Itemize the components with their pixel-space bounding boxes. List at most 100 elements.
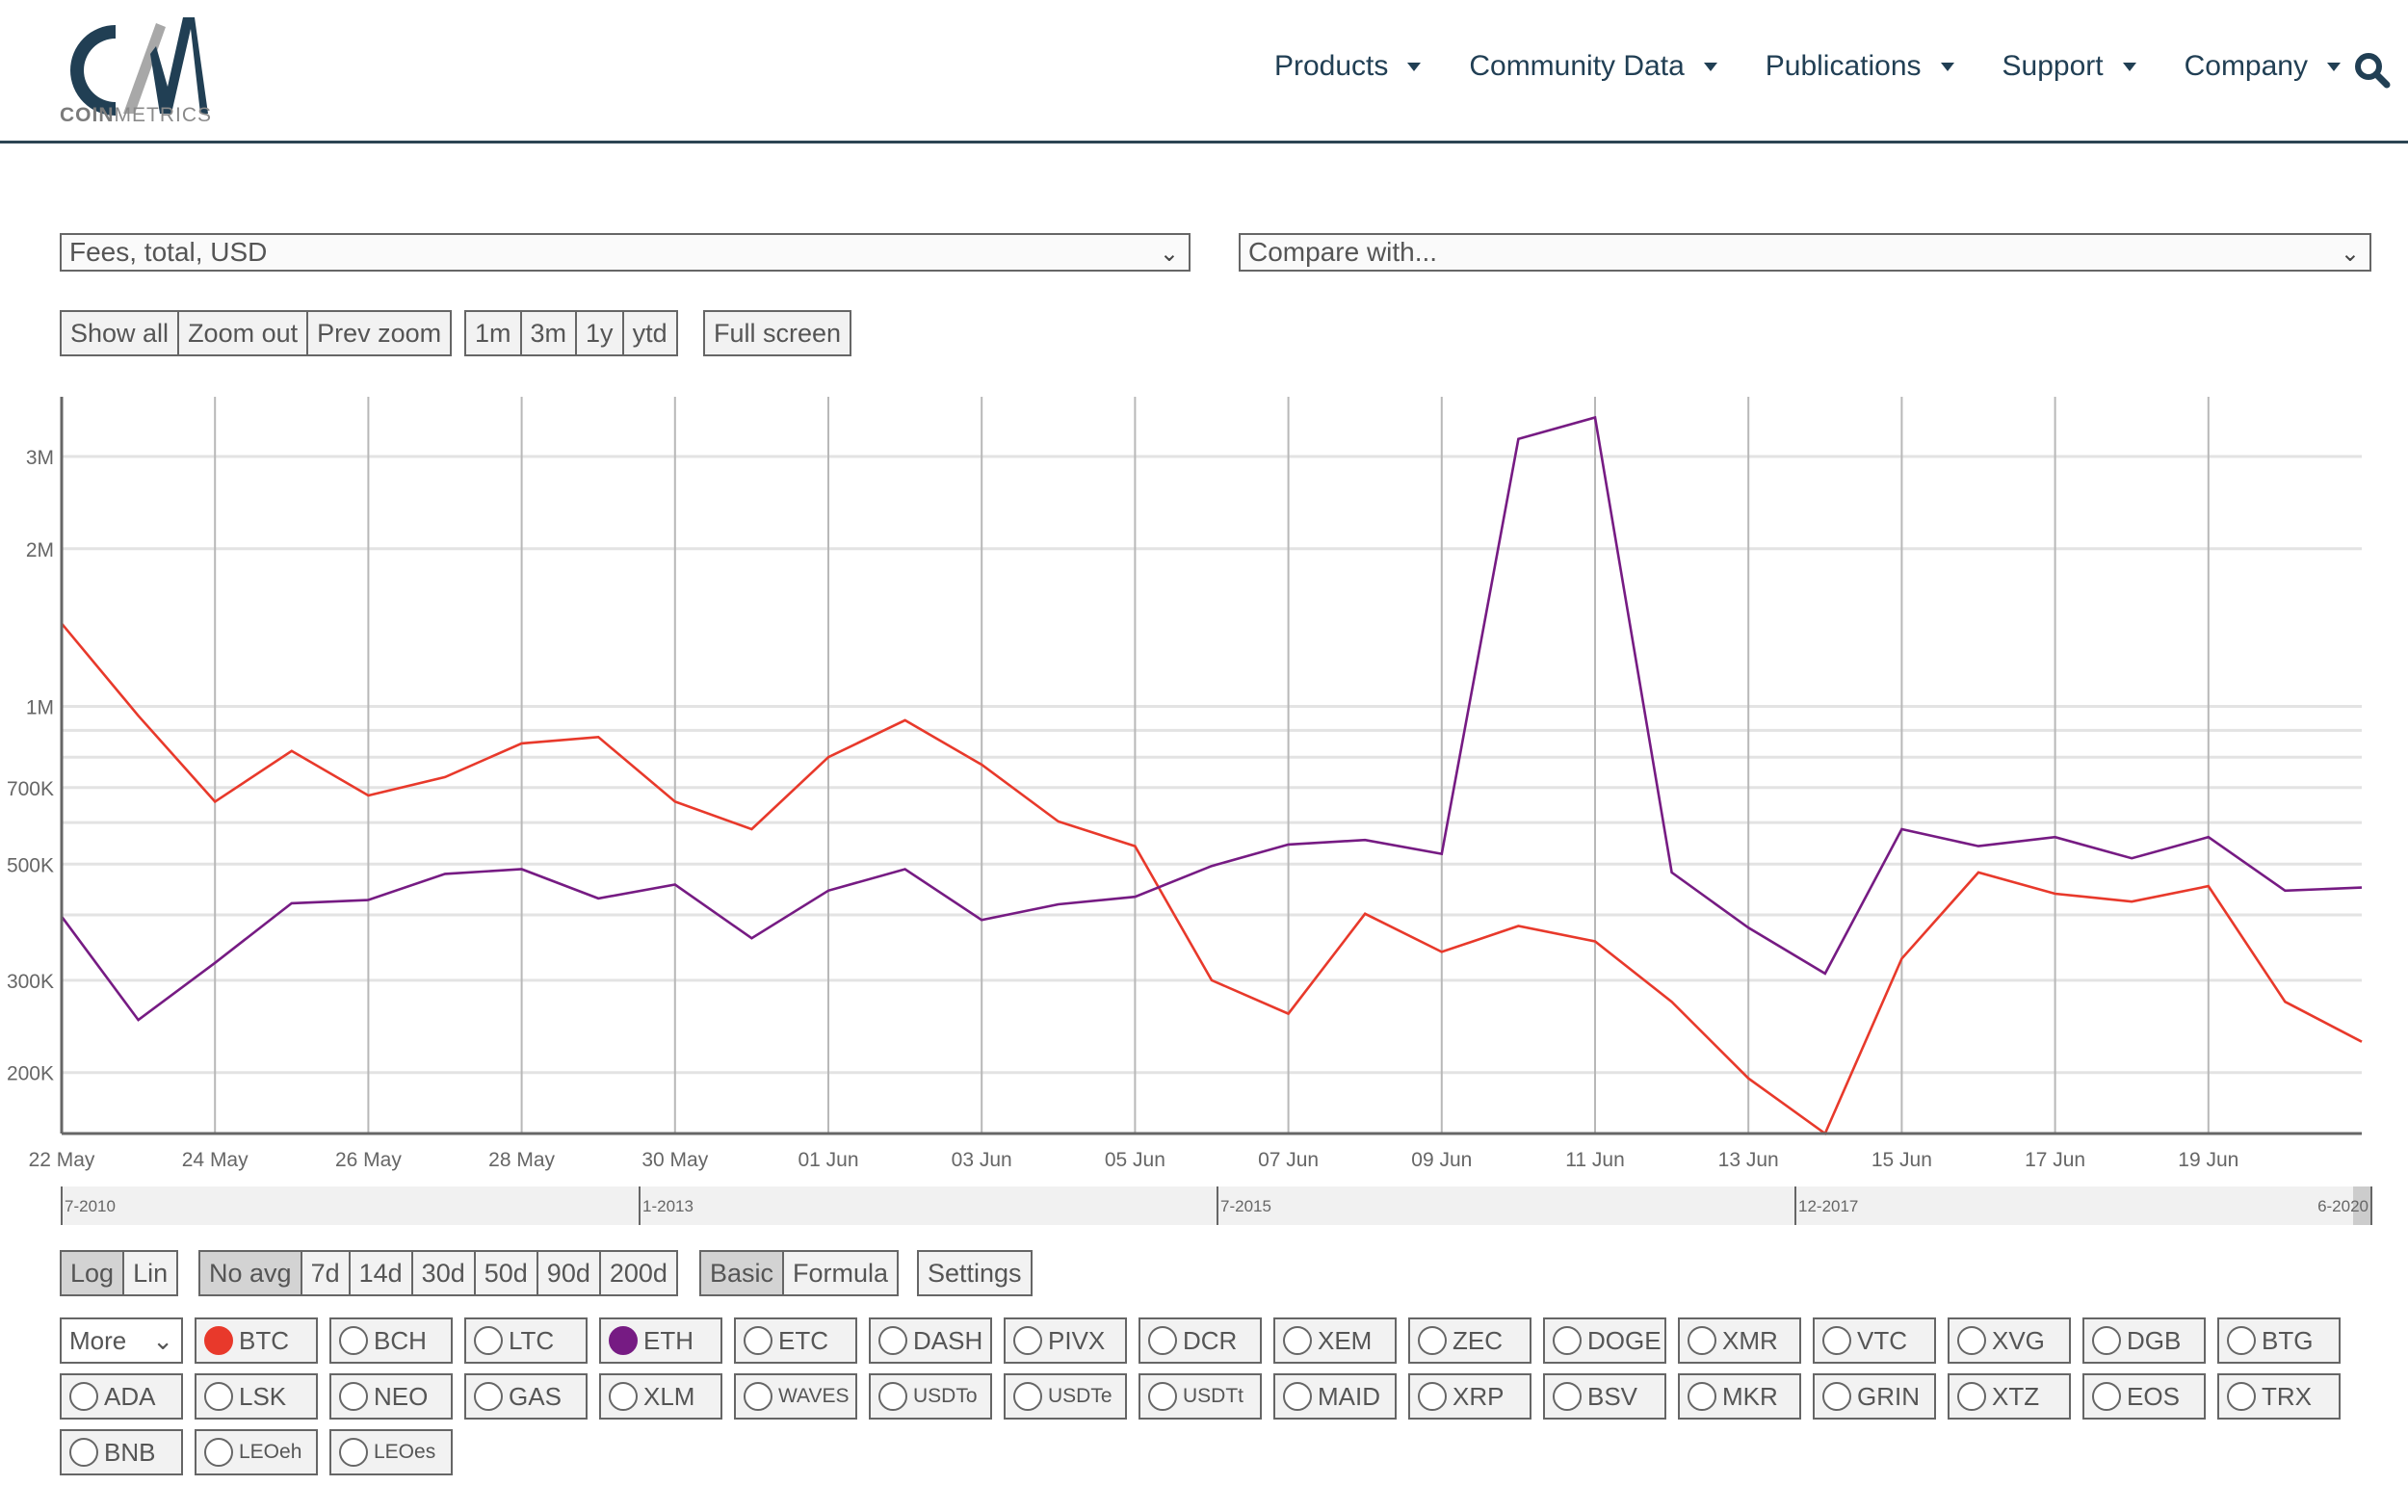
asset-toggle-grin[interactable]: GRIN (1813, 1373, 1936, 1420)
full-screen-button[interactable]: Full screen (705, 312, 851, 354)
radio-unchecked-icon (1148, 1382, 1177, 1411)
asset-toggle-btg[interactable]: BTG (2217, 1317, 2341, 1364)
more-label: More (69, 1325, 127, 1355)
chart-grid (62, 397, 2362, 1134)
more-assets-select[interactable]: More ⌄ (60, 1317, 183, 1364)
fees-chart: 200K 300K 500K 700K 1M 2M 3M 22 May 24 May 26 Ma… (7, 397, 2363, 1171)
navigator-tick: 12-2017 (1794, 1186, 1858, 1225)
asset-toggle-trx[interactable]: TRX (2217, 1373, 2341, 1420)
asset-toggle-eos[interactable]: EOS (2082, 1373, 2206, 1420)
asset-toggle-xem[interactable]: XEM (1273, 1317, 1397, 1364)
settings-group: Settings (917, 1250, 1033, 1296)
avg-7d-button[interactable]: 7d (300, 1252, 349, 1294)
avg-200d-button[interactable]: 200d (598, 1252, 676, 1294)
asset-toggle-lsk[interactable]: LSK (195, 1373, 318, 1420)
range-1m-button[interactable]: 1m (466, 312, 520, 354)
asset-toggle-xvg[interactable]: XVG (1948, 1317, 2071, 1364)
radio-unchecked-icon (1688, 1326, 1716, 1355)
x-tick-label: 30 May (641, 1149, 708, 1171)
radio-checked-icon (609, 1326, 638, 1355)
time-navigator[interactable]: 7-2010 1-2013 7-2015 12-2017 6-2020 (61, 1186, 2372, 1225)
nav-community-data[interactable]: Community Data (1469, 50, 1717, 83)
x-tick-label: 11 Jun (1565, 1149, 1625, 1171)
avg-90d-button[interactable]: 90d (536, 1252, 599, 1294)
nav-company[interactable]: Company (2185, 50, 2341, 83)
asset-label: LEOeh (239, 1441, 302, 1463)
avg-30d-button[interactable]: 30d (410, 1252, 474, 1294)
asset-toggle-ltc[interactable]: LTC (464, 1317, 588, 1364)
formula-mode-button[interactable]: Formula (782, 1252, 898, 1294)
asset-toggle-ada[interactable]: ADA (60, 1373, 183, 1420)
navigator-tick: 7-2010 (61, 1186, 116, 1225)
range-ytd-button[interactable]: ytd (621, 312, 676, 354)
asset-toggle-dcr[interactable]: DCR (1139, 1317, 1262, 1364)
nav-support[interactable]: Support (2002, 50, 2136, 83)
avg-50d-button[interactable]: 50d (473, 1252, 537, 1294)
lin-scale-button[interactable]: Lin (122, 1252, 177, 1294)
asset-toggle-zec[interactable]: ZEC (1408, 1317, 1531, 1364)
asset-toggle-maid[interactable]: MAID (1273, 1373, 1397, 1420)
asset-label: MKR (1722, 1381, 1778, 1411)
asset-toggle-btc[interactable]: BTC (195, 1317, 318, 1364)
chart-series (60, 415, 2363, 1135)
show-all-button[interactable]: Show all (62, 312, 178, 354)
asset-toggle-leoeh[interactable]: LEOeh (195, 1429, 318, 1475)
asset-toggle-usdte[interactable]: USDTe (1004, 1373, 1127, 1420)
y-tick-label: 700K (7, 778, 54, 800)
asset-toggle-dash[interactable]: DASH (869, 1317, 992, 1364)
asset-toggle-xtz[interactable]: XTZ (1948, 1373, 2071, 1420)
asset-toggle-bsv[interactable]: BSV (1543, 1373, 1666, 1420)
y-axis-labels: 200K 300K 500K 700K 1M 2M 3M (7, 447, 54, 1085)
range-1y-button[interactable]: 1y (575, 312, 622, 354)
asset-toggle-waves[interactable]: WAVES (734, 1373, 857, 1420)
asset-label: LTC (509, 1325, 555, 1355)
nav-label: Products (1273, 50, 1389, 82)
x-tick-label: 05 Jun (1105, 1149, 1165, 1171)
asset-toggle-dgb[interactable]: DGB (2082, 1317, 2206, 1364)
navigator-end-label: 6-2020 (2317, 1197, 2369, 1215)
navigator-tick: 1-2013 (639, 1186, 694, 1225)
no-avg-button[interactable]: No avg (200, 1252, 301, 1294)
settings-button[interactable]: Settings (919, 1252, 1031, 1294)
asset-toggle-usdtt[interactable]: USDTt (1139, 1373, 1262, 1420)
asset-label: XTZ (1992, 1381, 2040, 1411)
nav-products[interactable]: Products (1273, 50, 1422, 83)
compare-select[interactable]: Compare with... ⌄ (1239, 233, 2371, 272)
range-3m-button[interactable]: 3m (519, 312, 576, 354)
asset-toggle-vtc[interactable]: VTC (1813, 1317, 1936, 1364)
asset-toggle-gas[interactable]: GAS (464, 1373, 588, 1420)
asset-toggle-bnb[interactable]: BNB (60, 1429, 183, 1475)
asset-toggle-xlm[interactable]: XLM (599, 1373, 722, 1420)
asset-toggle-xmr[interactable]: XMR (1678, 1317, 1801, 1364)
asset-toggle-etc[interactable]: ETC (734, 1317, 857, 1364)
asset-label: XMR (1722, 1325, 1778, 1355)
avg-14d-button[interactable]: 14d (348, 1252, 411, 1294)
asset-label: GRIN (1857, 1381, 1920, 1411)
zoom-button-group: Show all Zoom out Prev zoom (60, 310, 453, 356)
asset-toggle-pivx[interactable]: PIVX (1004, 1317, 1127, 1364)
asset-toggle-neo[interactable]: NEO (329, 1373, 453, 1420)
asset-toggle-leoes[interactable]: LEOes (329, 1429, 453, 1475)
asset-toggle-mkr[interactable]: MKR (1678, 1373, 1801, 1420)
asset-toggle-eth[interactable]: ETH (599, 1317, 722, 1364)
asset-toggle-bch[interactable]: BCH (329, 1317, 453, 1364)
search-icon[interactable] (2352, 50, 2391, 89)
asset-label: DGB (2127, 1325, 2182, 1355)
asset-toggle-doge[interactable]: DOGE (1543, 1317, 1666, 1364)
log-scale-button[interactable]: Log (62, 1252, 123, 1294)
asset-label: BTC (239, 1325, 289, 1355)
radio-unchecked-icon (204, 1382, 233, 1411)
metric-select[interactable]: Fees, total, USD ⌄ (60, 233, 1191, 272)
basic-mode-button[interactable]: Basic (701, 1252, 783, 1294)
asset-label: PIVX (1048, 1325, 1106, 1355)
nav-publications[interactable]: Publications (1766, 50, 1954, 83)
asset-toggle-xrp[interactable]: XRP (1408, 1373, 1531, 1420)
prev-zoom-button[interactable]: Prev zoom (306, 312, 451, 354)
radio-unchecked-icon (878, 1382, 907, 1411)
series-line-eth (60, 415, 2363, 1022)
asset-toggle-usdto[interactable]: USDTo (869, 1373, 992, 1420)
nav-label: Publications (1765, 50, 1922, 82)
chevron-down-icon: ⌄ (2340, 241, 2360, 267)
radio-unchecked-icon (339, 1326, 368, 1355)
zoom-out-button[interactable]: Zoom out (177, 312, 307, 354)
